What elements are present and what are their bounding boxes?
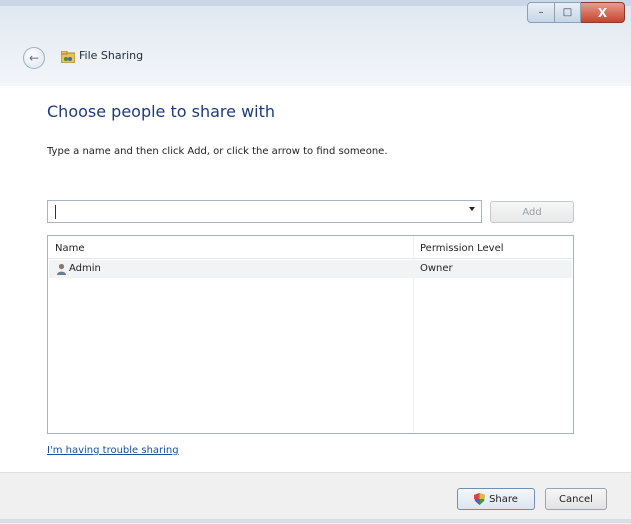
back-button[interactable]: ← [23, 47, 45, 69]
row-name: Admin [69, 263, 101, 274]
name-combobox[interactable] [47, 200, 482, 223]
instructions-text: Type a name and then click Add, or click… [47, 146, 388, 157]
minimize-button[interactable]: – [527, 2, 555, 23]
list-row-admin[interactable]: Admin Owner [49, 260, 572, 278]
name-input[interactable] [56, 204, 456, 219]
share-label: Share [489, 493, 518, 505]
uac-shield-icon [474, 493, 486, 505]
list-header: Name Permission Level [48, 236, 573, 259]
add-button[interactable]: Add [490, 201, 574, 223]
share-button[interactable]: Share [457, 488, 535, 510]
window-bottom-edge [0, 519, 631, 523]
people-list[interactable]: Name Permission Level Admin Owner [47, 235, 574, 434]
window-controls: – □ X [527, 2, 625, 23]
footer-bar [0, 472, 631, 524]
text-caret [55, 205, 56, 219]
window-title: File Sharing [79, 49, 144, 62]
maximize-button[interactable]: □ [555, 2, 581, 23]
back-arrow-icon: ← [28, 51, 40, 65]
column-header-name[interactable]: Name [55, 243, 85, 254]
trouble-sharing-link[interactable]: I'm having trouble sharing [47, 445, 179, 456]
row-permission[interactable]: Owner [420, 263, 453, 274]
folder-share-icon [61, 51, 75, 63]
title-bar: – □ X ← File Sharing [0, 0, 631, 86]
column-header-permission[interactable]: Permission Level [420, 243, 504, 254]
file-sharing-window: – □ X ← File Sharing Choose people to sh… [0, 0, 631, 524]
user-icon [57, 263, 66, 275]
cancel-button[interactable]: Cancel [545, 488, 607, 510]
close-button[interactable]: X [581, 2, 625, 23]
page-heading: Choose people to share with [47, 102, 276, 121]
dropdown-arrow-icon[interactable] [469, 207, 475, 211]
